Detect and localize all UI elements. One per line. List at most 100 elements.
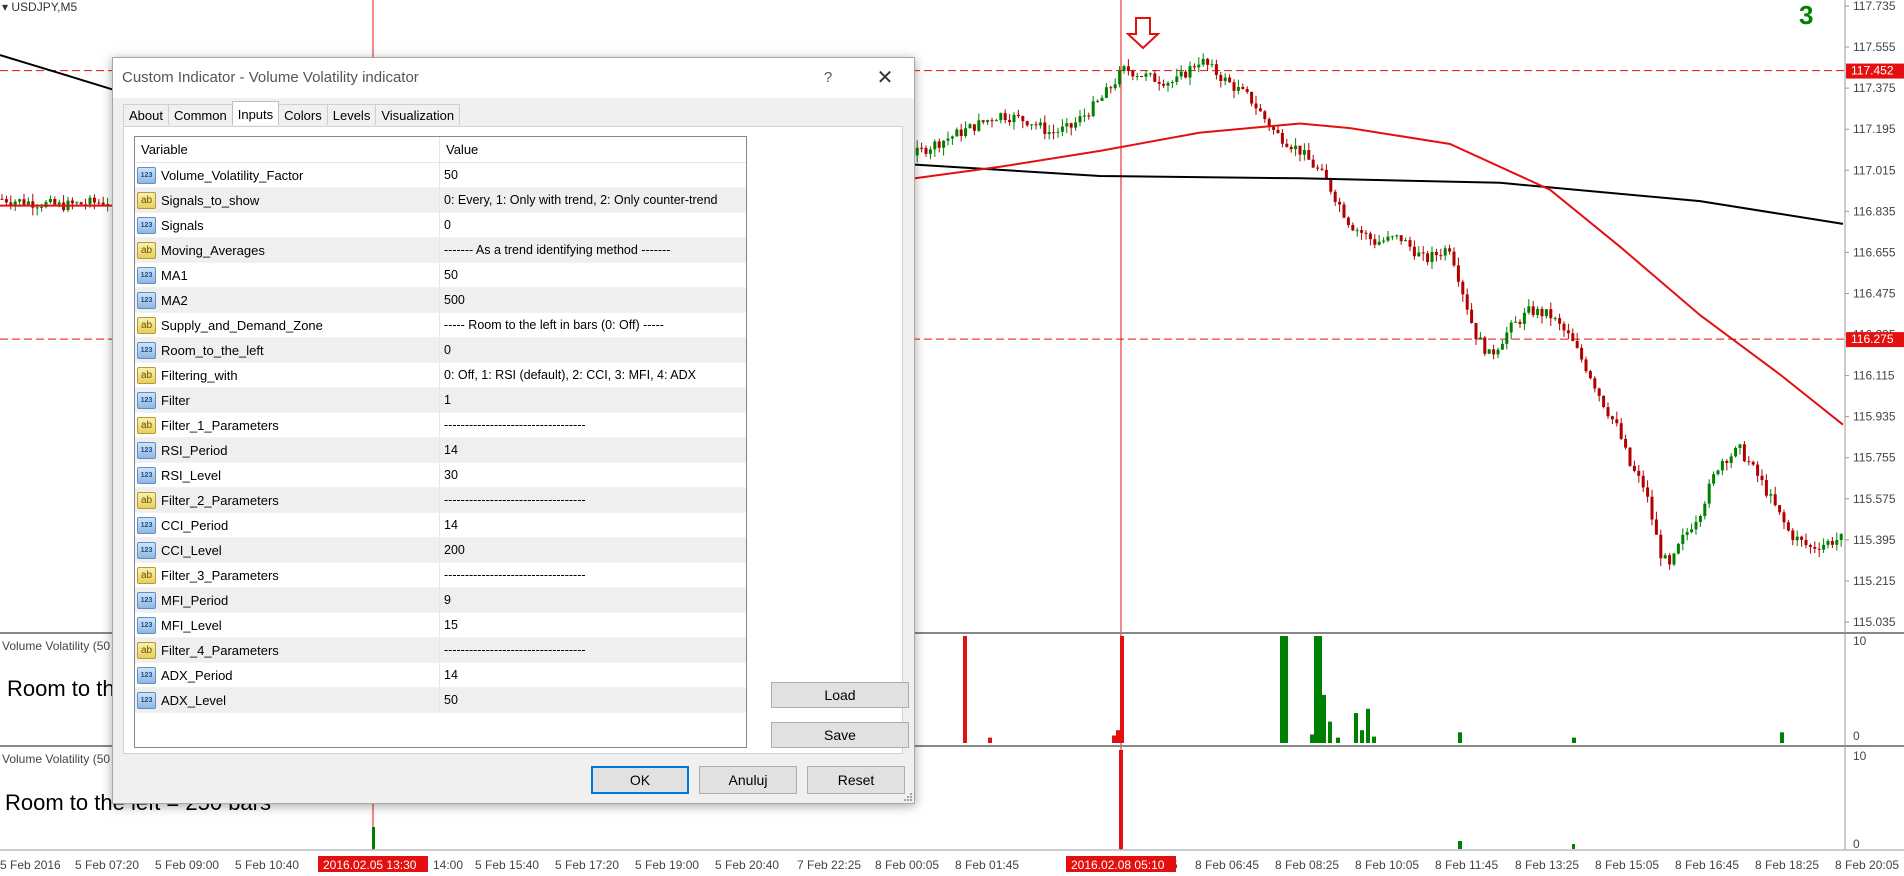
value-cell[interactable]: 1 xyxy=(440,388,746,412)
save-button[interactable]: Save xyxy=(771,722,909,748)
candle-body xyxy=(1751,461,1755,465)
candle-body xyxy=(1025,121,1029,126)
input-row[interactable]: 123 MFI_Level 15 xyxy=(135,613,746,638)
load-button[interactable]: Load xyxy=(771,682,909,708)
candle-body xyxy=(1729,456,1733,463)
candle-body xyxy=(1430,251,1434,263)
input-row[interactable]: ab Filter_1_Parameters -------------------… xyxy=(135,413,746,438)
candle-body xyxy=(101,202,105,205)
candle-body xyxy=(1140,76,1144,78)
value-cell[interactable]: ------- As a trend identifying method --… xyxy=(440,238,746,262)
value-cell[interactable]: 14 xyxy=(440,438,746,462)
input-row[interactable]: 123 RSI_Level 30 xyxy=(135,463,746,488)
dialog-titlebar[interactable]: Custom Indicator - Volume Volatility ind… xyxy=(113,58,914,98)
value-cell[interactable]: 0: Off, 1: RSI (default), 2: CCI, 3: MFI… xyxy=(440,363,746,387)
candle-body xyxy=(13,201,17,205)
input-row[interactable]: ab Filtering_with 0: Off, 1: RSI (default)… xyxy=(135,363,746,388)
ok-button[interactable]: OK xyxy=(591,766,689,794)
input-row[interactable]: ab Filter_4_Parameters -------------------… xyxy=(135,638,746,663)
candle-body xyxy=(1830,540,1834,545)
candle-body xyxy=(1333,191,1337,202)
price-tick-label: 115.575 xyxy=(1853,492,1896,506)
value-cell[interactable]: ---------------------------------- xyxy=(440,413,746,437)
input-row[interactable]: 123 MA2 500 xyxy=(135,288,746,313)
value-cell[interactable]: ----- Room to the left in bars (0: Off) … xyxy=(440,313,746,337)
input-row[interactable]: ab Supply_and_Demand_Zone ----- Room to th… xyxy=(135,313,746,338)
variable-name: Filter_4_Parameters xyxy=(161,642,279,658)
candle-body xyxy=(1408,240,1412,247)
cancel-button[interactable]: Anuluj xyxy=(699,766,797,794)
input-row[interactable]: ab Signals_to_show 0: Every, 1: Only with … xyxy=(135,188,746,213)
candle-body xyxy=(1360,230,1364,233)
input-row[interactable]: 123 Filter 1 xyxy=(135,388,746,413)
value-cell[interactable]: 0 xyxy=(440,338,746,362)
resize-grip-icon[interactable] xyxy=(902,791,912,801)
value-cell[interactable]: 50 xyxy=(440,263,746,287)
candle-body xyxy=(1214,64,1218,75)
value-cell[interactable]: 50 xyxy=(440,688,746,712)
variable-cell: ab Filter_1_Parameters xyxy=(135,413,440,437)
candle-body xyxy=(31,201,35,208)
tab-colors[interactable]: Colors xyxy=(278,104,328,125)
candle-body xyxy=(1566,330,1570,334)
value-cell[interactable]: 500 xyxy=(440,288,746,312)
input-row[interactable]: 123 CCI_Level 200 xyxy=(135,538,746,563)
close-button[interactable]: ✕ xyxy=(870,65,900,91)
value-cell[interactable]: 0 xyxy=(440,213,746,237)
input-row[interactable]: 123 ADX_Period 14 xyxy=(135,663,746,688)
tab-inputs[interactable]: Inputs xyxy=(231,101,280,125)
input-row[interactable]: 123 CCI_Period 14 xyxy=(135,513,746,538)
value-cell[interactable]: 0: Every, 1: Only with trend, 2: Only co… xyxy=(440,188,746,212)
value-cell[interactable]: 50 xyxy=(440,163,746,187)
time-tick-label: 5 Feb 15:40 xyxy=(475,858,539,872)
help-button[interactable]: ? xyxy=(814,67,842,89)
candle-body xyxy=(18,199,22,202)
input-row[interactable]: 123 MFI_Period 9 xyxy=(135,588,746,613)
price-tick-label: 115.215 xyxy=(1853,574,1896,588)
numeric-type-icon: 123 xyxy=(137,166,156,184)
tab-visualization[interactable]: Visualization xyxy=(375,104,461,125)
header-variable[interactable]: Variable xyxy=(135,137,440,162)
value-cell[interactable]: 14 xyxy=(440,513,746,537)
candle-body xyxy=(1452,251,1456,266)
value-cell[interactable]: 200 xyxy=(440,538,746,562)
candle-body xyxy=(1610,416,1614,420)
time-marker-label: 2016.02.08 05:10 xyxy=(1071,858,1165,872)
candle-body xyxy=(1091,101,1095,117)
reset-button[interactable]: Reset xyxy=(807,766,905,794)
dialog-title: Custom Indicator - Volume Volatility ind… xyxy=(122,69,419,86)
subwindow-scale-label: 0 xyxy=(1853,729,1860,743)
input-row[interactable]: 123 Signals 0 xyxy=(135,213,746,238)
input-row[interactable]: ab Filter_2_Parameters -------------------… xyxy=(135,488,746,513)
input-row[interactable]: ab Moving_Averages ------- As a trend iden… xyxy=(135,238,746,263)
variable-cell: ab Filter_4_Parameters xyxy=(135,638,440,662)
tab-strip: About Common Inputs Colors Levels Visual… xyxy=(123,101,461,126)
value-cell[interactable]: ---------------------------------- xyxy=(440,563,746,587)
candle-body xyxy=(950,136,954,139)
input-row[interactable]: 123 ADX_Level 50 xyxy=(135,688,746,713)
numeric-type-icon: 123 xyxy=(137,591,156,609)
variable-name: Supply_and_Demand_Zone xyxy=(161,317,323,333)
input-row[interactable]: 123 RSI_Period 14 xyxy=(135,438,746,463)
candle-body xyxy=(1712,474,1716,484)
tab-common[interactable]: Common xyxy=(167,104,233,125)
value-cell[interactable]: 30 xyxy=(440,463,746,487)
value-cell[interactable]: 14 xyxy=(440,663,746,687)
input-row[interactable]: ab Filter_3_Parameters -------------------… xyxy=(135,563,746,588)
candle-body xyxy=(994,120,998,122)
numeric-type-icon: 123 xyxy=(137,291,156,309)
candle-body xyxy=(1179,71,1183,77)
input-row[interactable]: 123 Room_to_the_left 0 xyxy=(135,338,746,363)
tab-levels[interactable]: Levels xyxy=(326,104,377,125)
value-cell[interactable]: ---------------------------------- xyxy=(440,638,746,662)
variable-name: Volume_Volatility_Factor xyxy=(161,167,304,183)
value-cell[interactable]: 15 xyxy=(440,613,746,637)
value-cell[interactable]: 9 xyxy=(440,588,746,612)
value-cell[interactable]: ---------------------------------- xyxy=(440,488,746,512)
input-row[interactable]: 123 Volume_Volatility_Factor 50 xyxy=(135,163,746,188)
header-value[interactable]: Value xyxy=(440,137,746,162)
candle-body xyxy=(1826,540,1830,545)
input-row[interactable]: 123 MA1 50 xyxy=(135,263,746,288)
tab-about[interactable]: About xyxy=(123,104,169,125)
subwindow2-label: Volume Volatility (50 xyxy=(2,752,111,766)
